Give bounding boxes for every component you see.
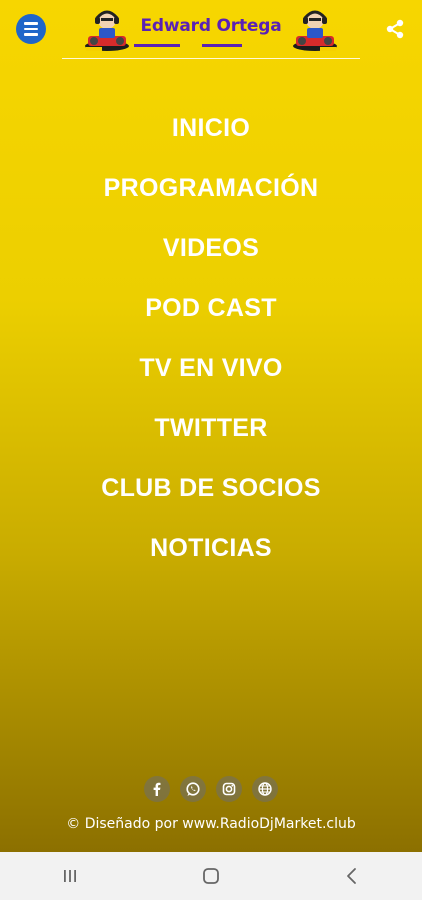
credit-link[interactable]: www.RadioDjMarket.club [182, 816, 355, 832]
recent-apps-icon [64, 870, 77, 882]
dj-mascot-icon [293, 10, 337, 51]
social-links [0, 776, 422, 802]
app-screen: Edward Ortega INICIO PROGRAMACIÓN VIDEOS… [0, 0, 422, 852]
globe-glyph [258, 782, 272, 796]
logo-title: Edward Ortega [140, 16, 282, 36]
instagram-icon[interactable] [216, 776, 242, 802]
facebook-icon[interactable] [144, 776, 170, 802]
dj-mascot-icon [85, 10, 129, 51]
hamburger-line [24, 22, 38, 25]
hamburger-line [24, 33, 38, 36]
whatsapp-icon[interactable] [180, 776, 206, 802]
facebook-glyph [153, 782, 161, 796]
menu-item-podcast[interactable]: POD CAST [0, 278, 422, 338]
menu-item-club-de-socios[interactable]: CLUB DE SOCIOS [0, 458, 422, 518]
whatsapp-glyph [186, 782, 200, 796]
footer-credit: © Diseñado por www.RadioDjMarket.club [0, 816, 422, 832]
station-logo[interactable]: Edward Ortega [82, 6, 340, 52]
menu-item-videos[interactable]: VIDEOS [0, 218, 422, 278]
logo-underline [134, 44, 180, 47]
instagram-glyph [222, 782, 236, 796]
home-button[interactable] [181, 856, 241, 896]
hamburger-menu-button[interactable] [16, 14, 46, 44]
header-divider [62, 58, 360, 59]
hamburger-line [24, 27, 38, 31]
recent-apps-button[interactable] [40, 856, 100, 896]
menu-item-tv-en-vivo[interactable]: TV EN VIVO [0, 338, 422, 398]
main-menu: INICIO PROGRAMACIÓN VIDEOS POD CAST TV E… [0, 98, 422, 578]
back-icon [346, 868, 356, 884]
logo-underline [202, 44, 242, 47]
system-navigation-bar [0, 852, 422, 900]
menu-item-programacion[interactable]: PROGRAMACIÓN [0, 158, 422, 218]
home-icon [203, 868, 219, 884]
menu-item-noticias[interactable]: NOTICIAS [0, 518, 422, 578]
back-button[interactable] [322, 856, 382, 896]
credit-prefix: © Diseñado por [66, 816, 178, 832]
header: Edward Ortega [0, 0, 422, 60]
menu-item-inicio[interactable]: INICIO [0, 98, 422, 158]
globe-icon[interactable] [252, 776, 278, 802]
menu-item-twitter[interactable]: TWITTER [0, 398, 422, 458]
share-icon[interactable] [384, 18, 406, 40]
